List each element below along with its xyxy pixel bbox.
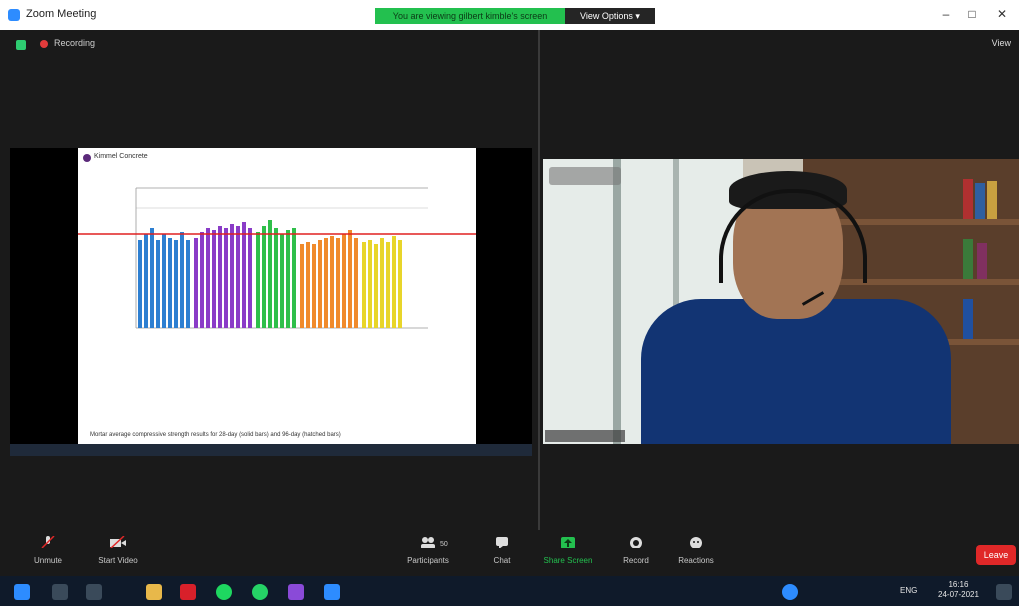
opera-icon[interactable] xyxy=(180,584,196,600)
clock-time: 16:16 xyxy=(948,580,969,589)
close-button[interactable]: ✕ xyxy=(992,6,1012,22)
person-torso xyxy=(641,299,951,444)
chat-label: Chat xyxy=(493,556,511,565)
search-icon[interactable] xyxy=(52,584,68,600)
spotify-icon[interactable] xyxy=(216,584,232,600)
record-label: Record xyxy=(623,556,649,565)
help-icon[interactable] xyxy=(782,584,798,600)
recording-icon xyxy=(40,40,48,48)
chat-icon xyxy=(496,537,508,548)
start-video-button[interactable]: Start Video xyxy=(88,536,148,572)
slide-caption: Mortar average compressive strength resu… xyxy=(90,432,341,438)
clock-date: 24-07-2021 xyxy=(938,590,979,599)
share-screen-icon xyxy=(561,537,575,548)
participants-label: Participants xyxy=(407,556,449,565)
split-divider[interactable] xyxy=(538,30,540,530)
participants-count: 50 xyxy=(440,541,448,548)
book xyxy=(987,181,997,219)
start-video-label: Start Video xyxy=(98,556,138,565)
slide: Kimmel Concrete Mortar average compressi… xyxy=(78,148,476,444)
unmute-button[interactable]: Unmute xyxy=(18,536,78,572)
shared-screen: Kimmel Concrete Mortar average compressi… xyxy=(10,148,532,456)
chart-bars xyxy=(138,220,402,328)
viewing-share-banner: You are viewing gilbert kimble's screen xyxy=(375,8,565,24)
clock[interactable]: 16:16 24-07-2021 xyxy=(938,580,979,600)
file-explorer-icon[interactable] xyxy=(146,584,162,600)
share-screen-button[interactable]: Share Screen xyxy=(538,536,598,572)
task-view-icon[interactable] xyxy=(86,584,102,600)
share-screen-label: Share Screen xyxy=(543,556,593,565)
participant-label xyxy=(545,430,625,442)
book xyxy=(977,243,987,279)
unmute-label: Unmute xyxy=(33,556,62,565)
zoom-taskbar-icon[interactable] xyxy=(324,584,340,600)
recording-label: Recording xyxy=(54,38,96,48)
participants-icon xyxy=(421,537,435,548)
mic-muted-icon xyxy=(41,536,55,548)
book xyxy=(963,299,973,339)
book xyxy=(963,239,973,279)
video-off-icon xyxy=(110,536,126,548)
reactions-button[interactable]: Reactions xyxy=(666,536,726,572)
reactions-icon xyxy=(690,537,702,548)
language-indicator[interactable]: ENG xyxy=(900,586,917,595)
book xyxy=(975,183,985,219)
zoom-app-icon xyxy=(8,9,20,21)
record-icon xyxy=(630,537,642,548)
participants-button[interactable]: Participants xyxy=(398,536,458,572)
window-frame xyxy=(613,159,621,444)
notification-icon[interactable] xyxy=(996,584,1012,600)
view-button[interactable]: View xyxy=(992,38,1011,48)
view-options-button[interactable]: View Options ▾ xyxy=(565,8,655,24)
window-title: Zoom Meeting xyxy=(26,8,97,20)
participant-video[interactable] xyxy=(543,159,1019,444)
windows-start-icon[interactable] xyxy=(14,584,30,600)
shield-icon[interactable] xyxy=(16,40,26,50)
app-icon[interactable] xyxy=(288,584,304,600)
title-bar: Zoom Meeting You are viewing gilbert kim… xyxy=(0,0,1019,30)
book xyxy=(963,179,973,219)
reactions-label: Reactions xyxy=(678,556,714,565)
record-button[interactable]: Record xyxy=(606,536,666,572)
slide-chart xyxy=(78,187,476,329)
minimize-button[interactable]: – xyxy=(936,6,956,22)
leave-button[interactable]: Leave xyxy=(976,545,1016,565)
shared-taskbar xyxy=(10,444,532,456)
maximize-button[interactable]: □ xyxy=(962,6,982,22)
whatsapp-icon[interactable] xyxy=(252,584,268,600)
participant-name-tag xyxy=(549,167,621,185)
chat-button[interactable]: Chat xyxy=(472,536,532,572)
